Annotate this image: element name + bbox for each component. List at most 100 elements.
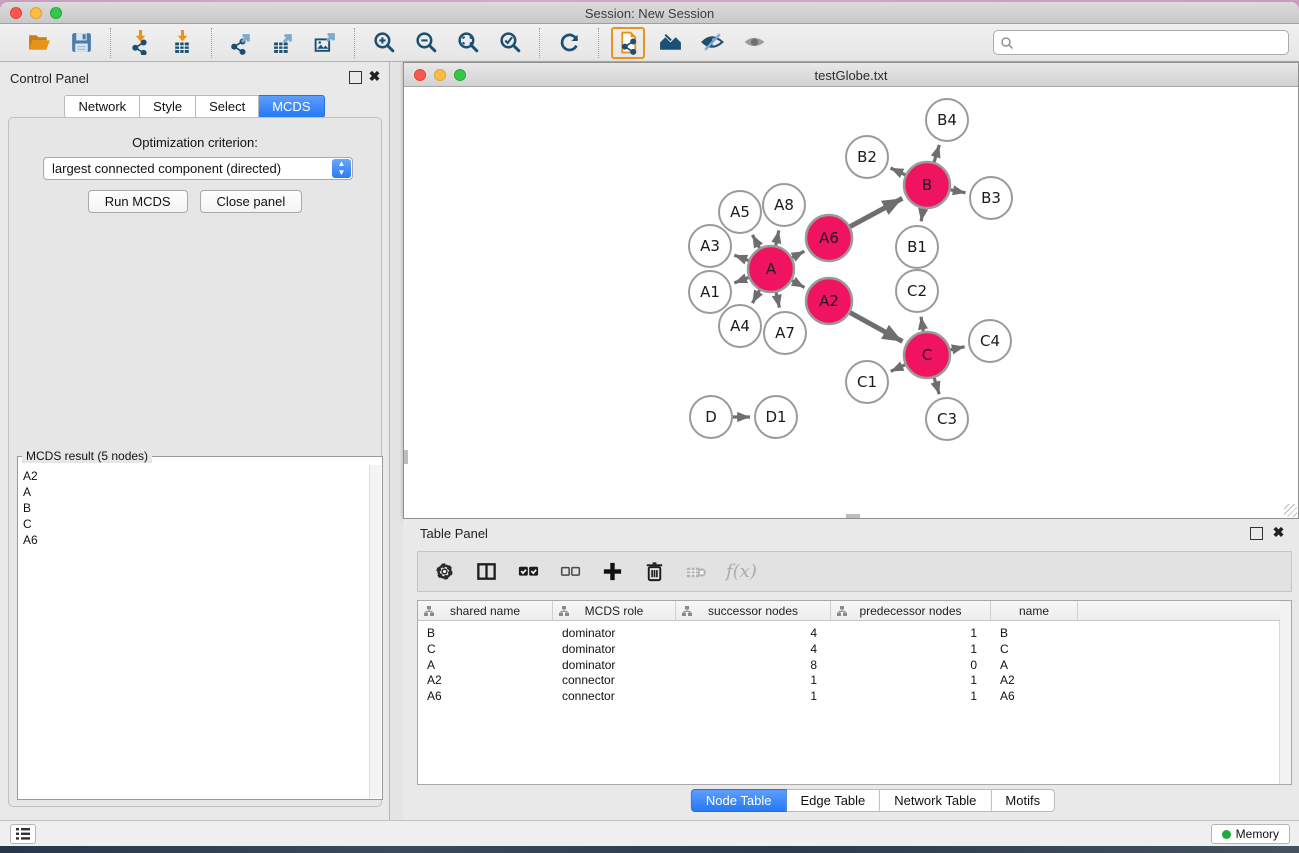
float-panel-icon[interactable] [349,71,362,84]
tab-motifs[interactable]: Motifs [991,789,1055,812]
cell-successor-nodes-row0[interactable]: 4 [676,625,817,641]
mcds-result-list[interactable]: A2ABCA6 [19,465,369,798]
open-folder-button[interactable] [22,28,56,58]
cell-MCDS-role-row2[interactable]: dominator [562,657,676,673]
network-canvas[interactable]: B4B2BB3B1A5A8A6A3AA1C2A4A7A2C4CC1C3DD1 [404,87,1298,518]
save-button[interactable] [64,28,98,58]
cell-successor-nodes-row3[interactable]: 1 [676,672,817,688]
tab-network[interactable]: Network [64,95,140,118]
search-input[interactable] [1014,35,1288,50]
edge-A-A4[interactable] [752,290,759,303]
cell-MCDS-role-row1[interactable]: dominator [562,641,676,657]
cell-successor-nodes-row1[interactable]: 4 [676,641,817,657]
graph-node-B3[interactable]: B3 [970,177,1012,219]
tab-edge-table[interactable]: Edge Table [786,789,880,812]
cell-MCDS-role-row4[interactable]: connector [562,688,676,704]
edge-C-C3[interactable] [934,378,939,394]
result-item[interactable]: B [23,500,369,516]
cell-predecessor-nodes-row0[interactable]: 1 [831,625,977,641]
tab-network-table[interactable]: Network Table [880,789,991,812]
column-header-MCDS-role[interactable]: MCDS role [553,601,676,621]
graph-node-C2[interactable]: C2 [896,270,938,312]
graph-node-A5[interactable]: A5 [719,191,761,233]
network-horizontal-scrollbar[interactable] [846,514,860,518]
table-scrollbar[interactable] [1279,601,1291,784]
cell-name-row4[interactable]: A6 [1000,688,1078,704]
graph-node-A3[interactable]: A3 [689,225,731,267]
cell-shared-name-row2[interactable]: A [427,657,553,673]
edge-A-A5[interactable] [752,235,759,248]
cell-MCDS-role-row3[interactable]: connector [562,672,676,688]
cell-successor-nodes-row2[interactable]: 8 [676,657,817,673]
cell-shared-name-row4[interactable]: A6 [427,688,553,704]
close-panel-button[interactable]: Close panel [200,190,303,213]
show-details-button[interactable] [737,28,771,58]
close-panel-icon[interactable]: ✖ [368,71,381,84]
tab-select[interactable]: Select [196,95,259,118]
graph-node-A[interactable]: A [748,246,794,292]
node-table[interactable]: shared nameMCDS rolesuccessor nodesprede… [417,600,1292,785]
cell-predecessor-nodes-row2[interactable]: 0 [831,657,977,673]
graph-node-D1[interactable]: D1 [755,396,797,438]
graph-node-A2[interactable]: A2 [806,278,852,324]
cell-name-row0[interactable]: B [1000,625,1078,641]
export-image-button[interactable] [308,28,342,58]
cell-predecessor-nodes-row4[interactable]: 1 [831,688,977,704]
add-column-plus-button[interactable] [600,558,624,586]
graph-node-C4[interactable]: C4 [969,320,1011,362]
edge-C-C4[interactable] [950,347,964,350]
graph-node-A8[interactable]: A8 [763,184,805,226]
cell-MCDS-role-row0[interactable]: dominator [562,625,676,641]
unselect-all-columns-button[interactable] [558,558,582,586]
console-button[interactable] [10,824,36,844]
window-resize-grip[interactable] [1284,504,1297,517]
result-item[interactable]: A2 [23,468,369,484]
edge-C-C1[interactable] [891,365,905,371]
duplicate-network-button[interactable] [611,27,645,59]
column-header-successor-nodes[interactable]: successor nodes [676,601,831,621]
cell-name-row1[interactable]: C [1000,641,1078,657]
edge-A-A6[interactable] [792,251,804,257]
graph-node-C1[interactable]: C1 [846,361,888,403]
export-table-button[interactable] [266,28,300,58]
show-columns-button[interactable] [474,558,498,586]
cell-shared-name-row3[interactable]: A2 [427,672,553,688]
table-settings-gear-button[interactable] [432,558,456,586]
search-box[interactable] [993,30,1289,55]
zoom-out-button[interactable] [409,28,443,58]
edge-A-A1[interactable] [734,277,748,282]
result-item[interactable]: A6 [23,532,369,548]
zoom-selected-button[interactable] [493,28,527,58]
edge-A-A7[interactable] [776,292,779,307]
run-mcds-button[interactable]: Run MCDS [88,190,188,213]
edge-B-B1[interactable] [921,209,923,222]
welcome-home-button[interactable] [653,28,687,58]
table-float-panel-icon[interactable] [1250,527,1263,540]
edge-A-A8[interactable] [776,230,779,245]
cell-predecessor-nodes-row3[interactable]: 1 [831,672,977,688]
edge-B-B2[interactable] [891,168,906,175]
graph-node-B[interactable]: B [904,162,950,208]
edge-A6-B[interactable] [850,198,902,226]
graph-node-D[interactable]: D [690,396,732,438]
network-vertical-scrollbar[interactable] [404,450,408,464]
tab-mcds[interactable]: MCDS [259,95,324,118]
graph-node-C3[interactable]: C3 [926,398,968,440]
edge-B-B3[interactable] [951,190,966,193]
graph-node-A7[interactable]: A7 [764,312,806,354]
edge-A-A3[interactable] [734,255,748,260]
delete-column-trash-button[interactable] [642,558,666,586]
graph-node-A4[interactable]: A4 [719,305,761,347]
cell-predecessor-nodes-row1[interactable]: 1 [831,641,977,657]
column-header-name[interactable]: name [991,601,1078,621]
result-item[interactable]: C [23,516,369,532]
result-scrollbar[interactable] [369,465,381,798]
result-item[interactable]: A [23,484,369,500]
cell-name-row3[interactable]: A2 [1000,672,1078,688]
import-table-button[interactable] [165,28,199,58]
edge-B-B4[interactable] [934,145,939,162]
export-network-button[interactable] [224,28,258,58]
import-network-button[interactable] [123,28,157,58]
cell-shared-name-row0[interactable]: B [427,625,553,641]
memory-button[interactable]: Memory [1211,824,1290,844]
